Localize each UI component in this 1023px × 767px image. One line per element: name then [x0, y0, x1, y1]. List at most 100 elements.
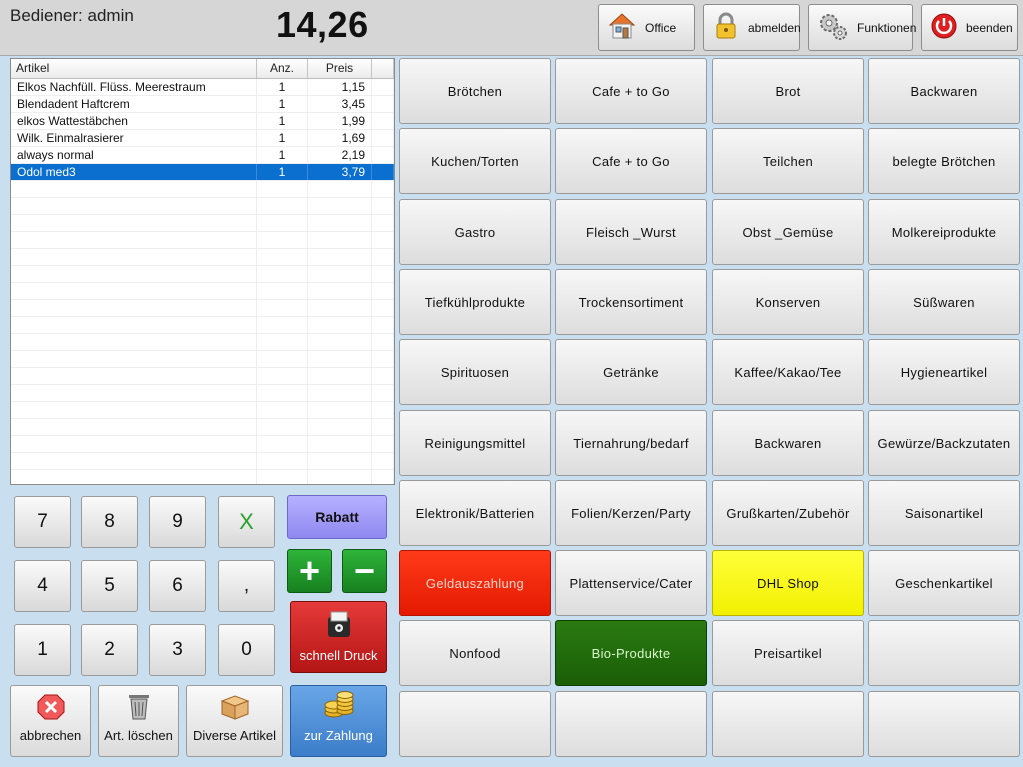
minus-button[interactable]: −	[342, 549, 387, 593]
category-belegte-brötchen-button[interactable]: belegte Brötchen	[868, 128, 1020, 194]
exit-button[interactable]: beenden	[921, 4, 1018, 51]
table-row[interactable]: Wilk. Einmalrasierer 1 1,69	[11, 130, 394, 147]
category-empty-button[interactable]	[868, 620, 1020, 686]
key-3[interactable]: 3	[149, 624, 206, 676]
category-süßwaren-button[interactable]: Süßwaren	[868, 269, 1020, 335]
category-cafe-to-go-button[interactable]: Cafe + to Go	[555, 128, 707, 194]
empty-row	[11, 266, 394, 283]
empty-cell	[308, 419, 372, 435]
table-row[interactable]: always normal 1 2,19	[11, 147, 394, 164]
empty-cell	[372, 181, 394, 197]
empty-cell	[257, 351, 308, 367]
category-tiernahrung-bedarf-button[interactable]: Tiernahrung/bedarf	[555, 410, 707, 476]
logout-button[interactable]: abmelden	[703, 4, 801, 51]
category-empty-button[interactable]	[555, 691, 707, 757]
functions-button[interactable]: Funktionen	[808, 4, 916, 51]
cell-preis: 1,69	[308, 130, 372, 146]
category-tiefkühlprodukte-button[interactable]: Tiefkühlprodukte	[399, 269, 551, 335]
empty-row	[11, 453, 394, 470]
category-empty-button[interactable]	[868, 691, 1020, 757]
category-empty-button[interactable]	[712, 691, 864, 757]
category-elektronik-batterien-button[interactable]: Elektronik/Batterien	[399, 480, 551, 546]
column-anz[interactable]: Anz.	[257, 59, 308, 78]
category-molkereiprodukte-button[interactable]: Molkereiprodukte	[868, 199, 1020, 265]
category-bio-produkte-button[interactable]: Bio-Produkte	[555, 620, 707, 686]
category-plattenservice-cater-button[interactable]: Plattenservice/Cater	[555, 550, 707, 616]
empty-cell	[257, 266, 308, 282]
office-button[interactable]: Office	[598, 4, 695, 51]
category-nonfood-button[interactable]: Nonfood	[399, 620, 551, 686]
category-kaffee-kakao-tee-button[interactable]: Kaffee/Kakao/Tee	[712, 339, 864, 405]
category-grußkarten-zubehör-button[interactable]: Grußkarten/Zubehör	[712, 480, 864, 546]
house-icon	[607, 11, 637, 44]
category-cafe-to-go-button[interactable]: Cafe + to Go	[555, 58, 707, 124]
empty-cell	[308, 181, 372, 197]
cancel-label: abbrechen	[19, 728, 82, 743]
quick-print-button[interactable]: schnell Druck	[290, 601, 387, 673]
category-backwaren-button[interactable]: Backwaren	[868, 58, 1020, 124]
cell-anz: 1	[257, 164, 308, 180]
empty-row	[11, 215, 394, 232]
empty-cell	[372, 385, 394, 401]
table-row[interactable]: elkos Wattestäbchen 1 1,99	[11, 113, 394, 130]
column-preis[interactable]: Preis	[308, 59, 372, 78]
category-geldauszahlung-button[interactable]: Geldauszahlung	[399, 550, 551, 616]
empty-cell	[372, 368, 394, 384]
key-8[interactable]: 8	[81, 496, 138, 548]
misc-article-button[interactable]: Diverse Artikel	[186, 685, 283, 757]
category-brot-button[interactable]: Brot	[712, 58, 864, 124]
empty-cell	[257, 453, 308, 469]
empty-row	[11, 334, 394, 351]
category-dhl-shop-button[interactable]: DHL Shop	[712, 550, 864, 616]
key-0[interactable]: 0	[218, 624, 275, 676]
category-spirituosen-button[interactable]: Spirituosen	[399, 339, 551, 405]
empty-cell	[11, 351, 257, 367]
delete-article-button[interactable]: Art. löschen	[98, 685, 179, 757]
empty-cell	[11, 470, 257, 484]
empty-row	[11, 317, 394, 334]
table-row[interactable]: Blendadent Haftcrem 1 3,45	[11, 96, 394, 113]
category-folien-kerzen-party-button[interactable]: Folien/Kerzen/Party	[555, 480, 707, 546]
category-reinigungsmittel-button[interactable]: Reinigungsmittel	[399, 410, 551, 476]
cell-filler	[372, 113, 394, 129]
key-1[interactable]: 1	[14, 624, 71, 676]
key-9[interactable]: 9	[149, 496, 206, 548]
category-backwaren-button[interactable]: Backwaren	[712, 410, 864, 476]
key-4[interactable]: 4	[14, 560, 71, 612]
empty-cell	[257, 402, 308, 418]
category-obst-gemüse-button[interactable]: Obst _Gemüse	[712, 199, 864, 265]
pay-button[interactable]: zur Zahlung	[290, 685, 387, 757]
category-teilchen-button[interactable]: Teilchen	[712, 128, 864, 194]
category-geschenkartikel-button[interactable]: Geschenkartikel	[868, 550, 1020, 616]
table-row[interactable]: Elkos Nachfüll. Flüss. Meerestraum 1 1,15	[11, 79, 394, 96]
category-trockensortiment-button[interactable]: Trockensortiment	[555, 269, 707, 335]
receipt-list[interactable]: Artikel Anz. Preis Elkos Nachfüll. Flüss…	[10, 58, 395, 485]
key-2[interactable]: 2	[81, 624, 138, 676]
category-saisonartikel-button[interactable]: Saisonartikel	[868, 480, 1020, 546]
key-5[interactable]: 5	[81, 560, 138, 612]
category-konserven-button[interactable]: Konserven	[712, 269, 864, 335]
category-gastro-button[interactable]: Gastro	[399, 199, 551, 265]
category-fleisch-wurst-button[interactable]: Fleisch _Wurst	[555, 199, 707, 265]
cancel-button[interactable]: abbrechen	[10, 685, 91, 757]
key-7[interactable]: 7	[14, 496, 71, 548]
column-artikel[interactable]: Artikel	[11, 59, 257, 78]
cancel-x-icon	[36, 693, 66, 724]
key-multiply[interactable]: X	[218, 496, 275, 548]
key-comma[interactable]: ,	[218, 560, 275, 612]
empty-cell	[11, 419, 257, 435]
category-preisartikel-button[interactable]: Preisartikel	[712, 620, 864, 686]
rabatt-button[interactable]: Rabatt	[287, 495, 387, 539]
category-hygieneartikel-button[interactable]: Hygieneartikel	[868, 339, 1020, 405]
empty-cell	[308, 198, 372, 214]
plus-button[interactable]: +	[287, 549, 332, 593]
category-getränke-button[interactable]: Getränke	[555, 339, 707, 405]
category-brötchen-button[interactable]: Brötchen	[399, 58, 551, 124]
empty-cell	[11, 368, 257, 384]
category-empty-button[interactable]	[399, 691, 551, 757]
category-kuchen-torten-button[interactable]: Kuchen/Torten	[399, 128, 551, 194]
table-row[interactable]: Odol med3 1 3,79	[11, 164, 394, 181]
key-6[interactable]: 6	[149, 560, 206, 612]
empty-cell	[308, 334, 372, 350]
category-gewürze-backzutaten-button[interactable]: Gewürze/Backzutaten	[868, 410, 1020, 476]
